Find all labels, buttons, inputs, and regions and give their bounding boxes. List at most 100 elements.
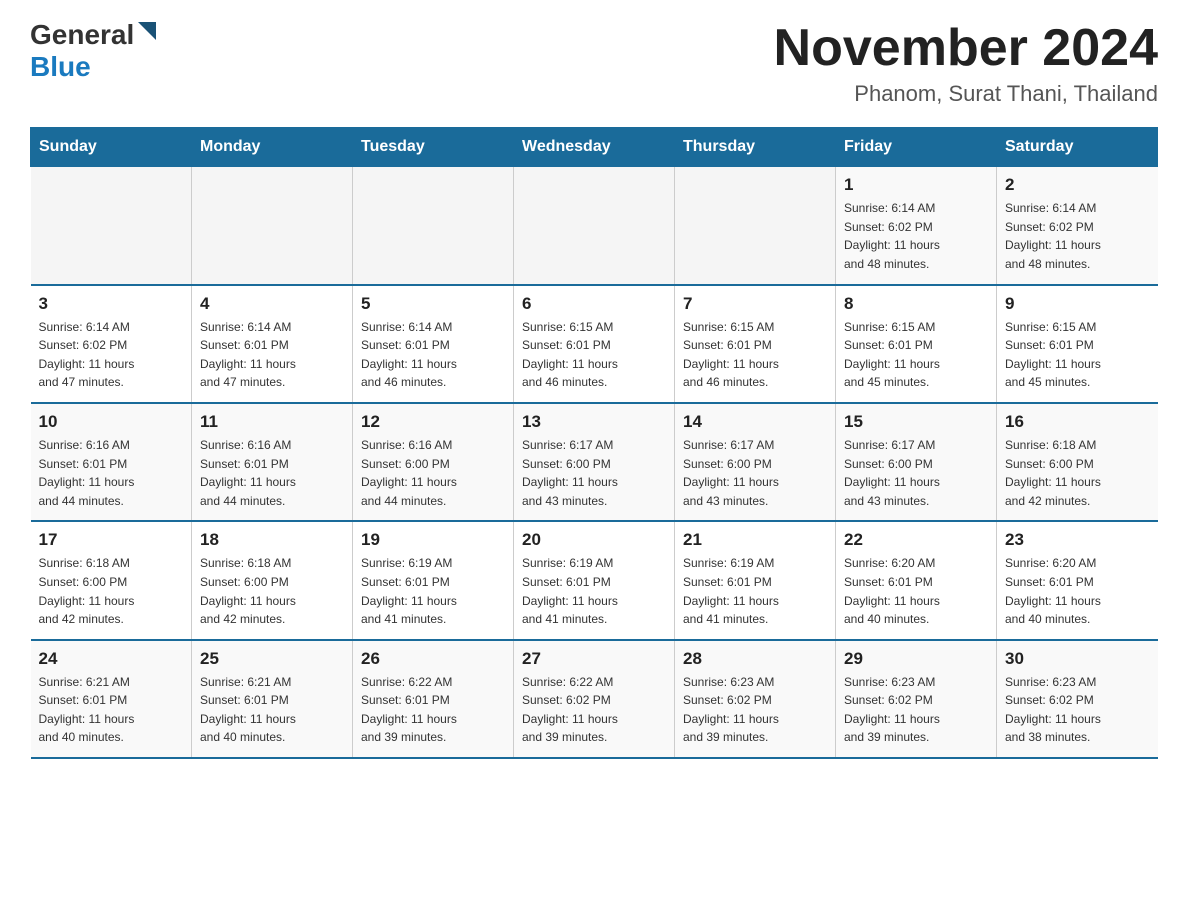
day-number: 26 (361, 649, 505, 669)
logo-blue: Blue (30, 51, 91, 83)
logo-general: General (30, 20, 134, 51)
logo-arrow-icon (136, 20, 158, 42)
calendar-cell: 20Sunrise: 6:19 AM Sunset: 6:01 PM Dayli… (514, 521, 675, 639)
header-friday: Friday (836, 128, 997, 167)
day-number: 8 (844, 294, 988, 314)
day-number: 6 (522, 294, 666, 314)
day-info: Sunrise: 6:17 AM Sunset: 6:00 PM Dayligh… (683, 436, 827, 510)
calendar-cell: 23 Sunrise: 6:20 AM Sunset: 6:01 PM Dayli… (997, 521, 1158, 639)
day-number: 27 (522, 649, 666, 669)
day-info: Sunrise: 6:22 AM Sunset: 6:01 PM Dayligh… (361, 673, 505, 747)
day-number: 13 (522, 412, 666, 432)
day-info: Sunrise: 6:21 AM Sunset: 6:01 PM Dayligh… (200, 673, 344, 747)
calendar-cell: 7Sunrise: 6:15 AM Sunset: 6:01 PM Daylig… (675, 285, 836, 403)
day-number: 21 (683, 530, 827, 550)
day-info: Sunrise: 6:15 AM Sunset: 6:01 PM Dayligh… (1005, 318, 1150, 392)
day-number: 5 (361, 294, 505, 314)
calendar-cell: 26 Sunrise: 6:22 AM Sunset: 6:01 PM Dayli… (353, 640, 514, 758)
calendar-cell: 16 Sunrise: 6:18 AM Sunset: 6:00 PM Dayli… (997, 403, 1158, 521)
day-info: Sunrise: 6:19 AM Sunset: 6:01 PM Dayligh… (683, 554, 827, 628)
calendar-cell (514, 167, 675, 285)
day-info: Sunrise: 6:23 AM Sunset: 6:02 PM Dayligh… (683, 673, 827, 747)
day-number: 11 (200, 412, 344, 432)
calendar-cell: 21 Sunrise: 6:19 AM Sunset: 6:01 PM Dayli… (675, 521, 836, 639)
calendar-cell: 17Sunrise: 6:18 AM Sunset: 6:00 PM Dayli… (31, 521, 192, 639)
calendar-cell: 11 Sunrise: 6:16 AM Sunset: 6:01 PM Dayli… (192, 403, 353, 521)
day-number: 3 (39, 294, 184, 314)
day-info: Sunrise: 6:14 AM Sunset: 6:01 PM Dayligh… (200, 318, 344, 392)
day-number: 17 (39, 530, 184, 550)
calendar-cell: 5 Sunrise: 6:14 AM Sunset: 6:01 PM Daylig… (353, 285, 514, 403)
day-info: Sunrise: 6:14 AM Sunset: 6:02 PM Dayligh… (39, 318, 184, 392)
day-number: 28 (683, 649, 827, 669)
day-info: Sunrise: 6:15 AM Sunset: 6:01 PM Dayligh… (522, 318, 666, 392)
day-number: 25 (200, 649, 344, 669)
calendar-cell: 28 Sunrise: 6:23 AM Sunset: 6:02 PM Dayli… (675, 640, 836, 758)
header-monday: Monday (192, 128, 353, 167)
day-number: 29 (844, 649, 988, 669)
calendar-cell: 1 Sunrise: 6:14 AM Sunset: 6:02 PM Daylig… (836, 167, 997, 285)
calendar-cell: 6 Sunrise: 6:15 AM Sunset: 6:01 PM Daylig… (514, 285, 675, 403)
day-number: 19 (361, 530, 505, 550)
day-info: Sunrise: 6:16 AM Sunset: 6:00 PM Dayligh… (361, 436, 505, 510)
logo: General Blue (30, 20, 158, 83)
day-info: Sunrise: 6:17 AM Sunset: 6:00 PM Dayligh… (522, 436, 666, 510)
day-number: 9 (1005, 294, 1150, 314)
day-info: Sunrise: 6:15 AM Sunset: 6:01 PM Dayligh… (844, 318, 988, 392)
day-info: Sunrise: 6:20 AM Sunset: 6:01 PM Dayligh… (1005, 554, 1150, 628)
calendar-cell: 14 Sunrise: 6:17 AM Sunset: 6:00 PM Dayli… (675, 403, 836, 521)
day-info: Sunrise: 6:21 AM Sunset: 6:01 PM Dayligh… (39, 673, 184, 747)
calendar-cell: 4Sunrise: 6:14 AM Sunset: 6:01 PM Daylig… (192, 285, 353, 403)
calendar-cell: 10Sunrise: 6:16 AM Sunset: 6:01 PM Dayli… (31, 403, 192, 521)
day-number: 18 (200, 530, 344, 550)
calendar-cell (31, 167, 192, 285)
header-thursday: Thursday (675, 128, 836, 167)
page-header: General Blue November 2024 Phanom, Surat… (30, 20, 1158, 107)
calendar-table: SundayMondayTuesdayWednesdayThursdayFrid… (30, 127, 1158, 759)
calendar-cell: 30Sunrise: 6:23 AM Sunset: 6:02 PM Dayli… (997, 640, 1158, 758)
header-wednesday: Wednesday (514, 128, 675, 167)
header-saturday: Saturday (997, 128, 1158, 167)
calendar-cell: 22 Sunrise: 6:20 AM Sunset: 6:01 PM Dayli… (836, 521, 997, 639)
day-info: Sunrise: 6:22 AM Sunset: 6:02 PM Dayligh… (522, 673, 666, 747)
location-title: Phanom, Surat Thani, Thailand (774, 81, 1158, 107)
month-title: November 2024 (774, 20, 1158, 77)
day-number: 22 (844, 530, 988, 550)
day-number: 1 (844, 175, 988, 195)
calendar-week-row: 24Sunrise: 6:21 AM Sunset: 6:01 PM Dayli… (31, 640, 1158, 758)
calendar-cell: 24Sunrise: 6:21 AM Sunset: 6:01 PM Dayli… (31, 640, 192, 758)
header-sunday: Sunday (31, 128, 192, 167)
day-info: Sunrise: 6:18 AM Sunset: 6:00 PM Dayligh… (1005, 436, 1150, 510)
day-info: Sunrise: 6:14 AM Sunset: 6:01 PM Dayligh… (361, 318, 505, 392)
day-number: 2 (1005, 175, 1150, 195)
day-number: 12 (361, 412, 505, 432)
calendar-cell (675, 167, 836, 285)
day-info: Sunrise: 6:20 AM Sunset: 6:01 PM Dayligh… (844, 554, 988, 628)
calendar-cell: 15Sunrise: 6:17 AM Sunset: 6:00 PM Dayli… (836, 403, 997, 521)
day-info: Sunrise: 6:19 AM Sunset: 6:01 PM Dayligh… (522, 554, 666, 628)
day-info: Sunrise: 6:18 AM Sunset: 6:00 PM Dayligh… (200, 554, 344, 628)
calendar-cell: 13 Sunrise: 6:17 AM Sunset: 6:00 PM Dayli… (514, 403, 675, 521)
day-info: Sunrise: 6:15 AM Sunset: 6:01 PM Dayligh… (683, 318, 827, 392)
calendar-cell: 9 Sunrise: 6:15 AM Sunset: 6:01 PM Daylig… (997, 285, 1158, 403)
calendar-week-row: 3 Sunrise: 6:14 AM Sunset: 6:02 PM Daylig… (31, 285, 1158, 403)
calendar-cell: 29 Sunrise: 6:23 AM Sunset: 6:02 PM Dayli… (836, 640, 997, 758)
calendar-cell: 8 Sunrise: 6:15 AM Sunset: 6:01 PM Daylig… (836, 285, 997, 403)
header-tuesday: Tuesday (353, 128, 514, 167)
calendar-cell: 19 Sunrise: 6:19 AM Sunset: 6:01 PM Dayli… (353, 521, 514, 639)
calendar-week-row: 1 Sunrise: 6:14 AM Sunset: 6:02 PM Daylig… (31, 167, 1158, 285)
calendar-week-row: 17 Sunrise: 6:18 AM Sunset: 6:00 PM Dayli… (31, 521, 1158, 639)
day-number: 16 (1005, 412, 1150, 432)
title-area: November 2024 Phanom, Surat Thani, Thail… (774, 20, 1158, 107)
day-info: Sunrise: 6:16 AM Sunset: 6:01 PM Dayligh… (200, 436, 344, 510)
day-info: Sunrise: 6:19 AM Sunset: 6:01 PM Dayligh… (361, 554, 505, 628)
calendar-header-row: SundayMondayTuesdayWednesdayThursdayFrid… (31, 128, 1158, 167)
calendar-week-row: 10Sunrise: 6:16 AM Sunset: 6:01 PM Dayli… (31, 403, 1158, 521)
calendar-cell (353, 167, 514, 285)
day-info: Sunrise: 6:23 AM Sunset: 6:02 PM Dayligh… (844, 673, 988, 747)
day-number: 30 (1005, 649, 1150, 669)
day-number: 23 (1005, 530, 1150, 550)
day-number: 14 (683, 412, 827, 432)
day-info: Sunrise: 6:14 AM Sunset: 6:02 PM Dayligh… (844, 199, 988, 273)
calendar-cell: 3 Sunrise: 6:14 AM Sunset: 6:02 PM Daylig… (31, 285, 192, 403)
